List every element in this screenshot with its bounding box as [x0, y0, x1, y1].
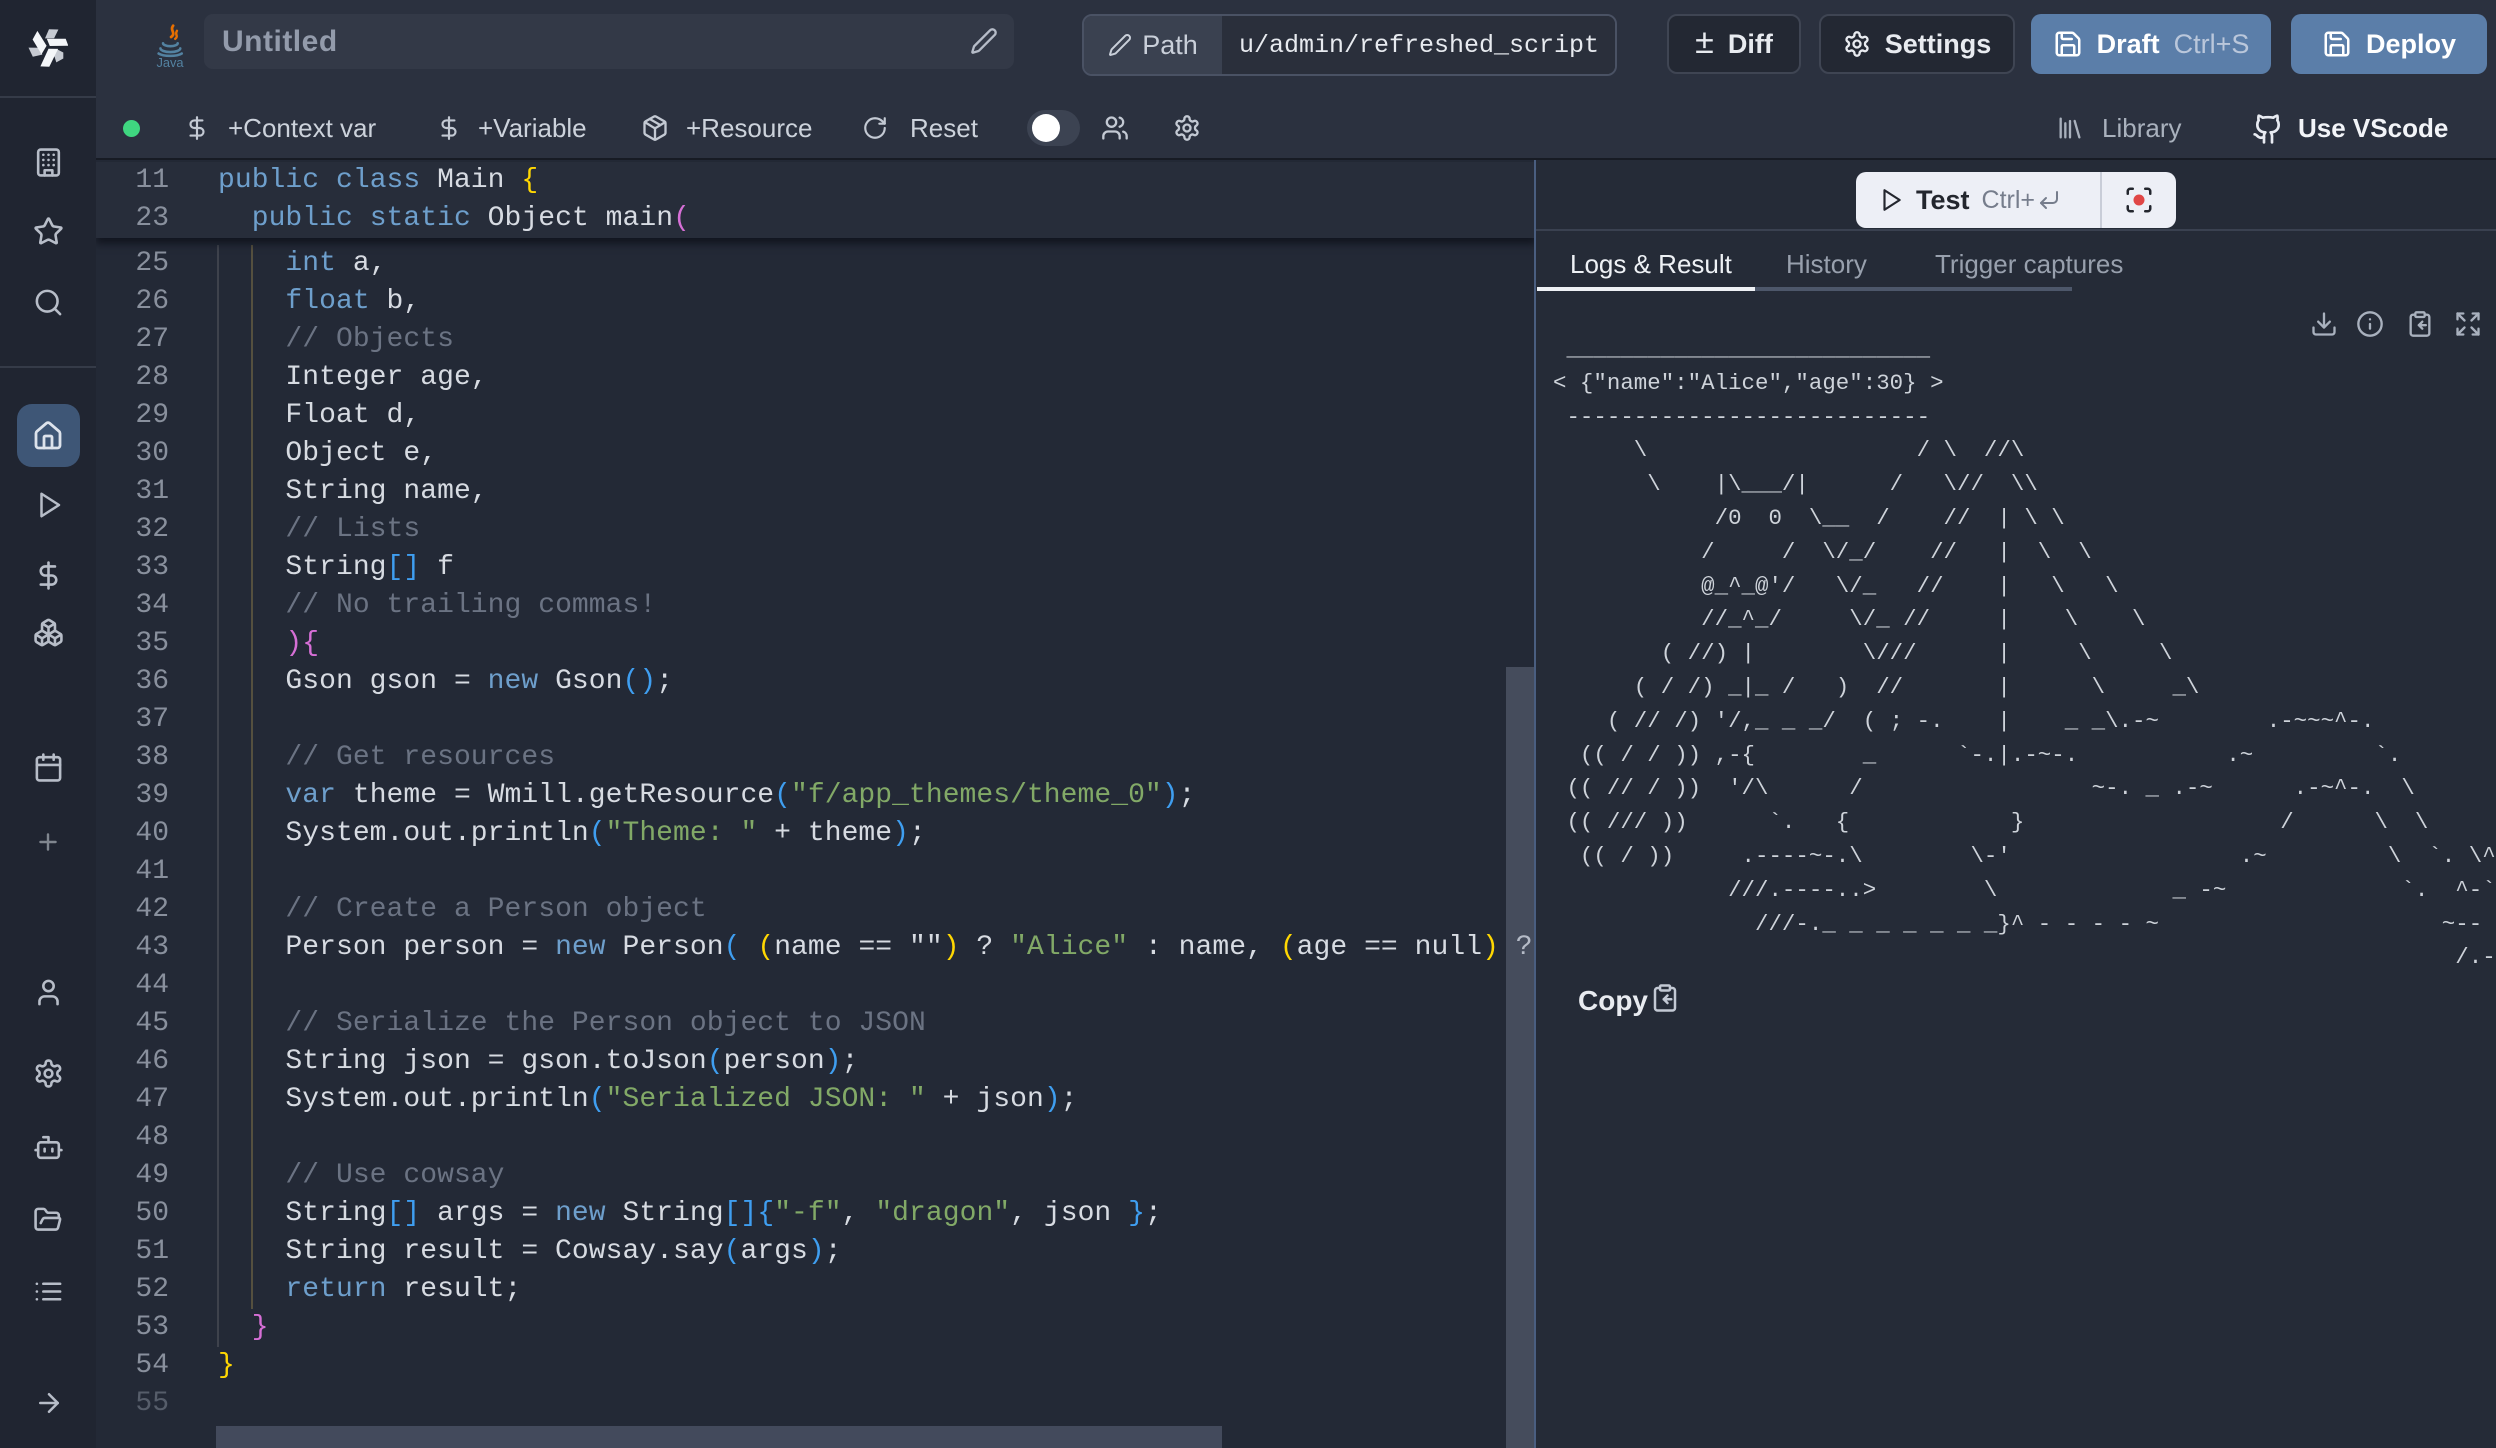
- svg-text:Java: Java: [156, 55, 184, 68]
